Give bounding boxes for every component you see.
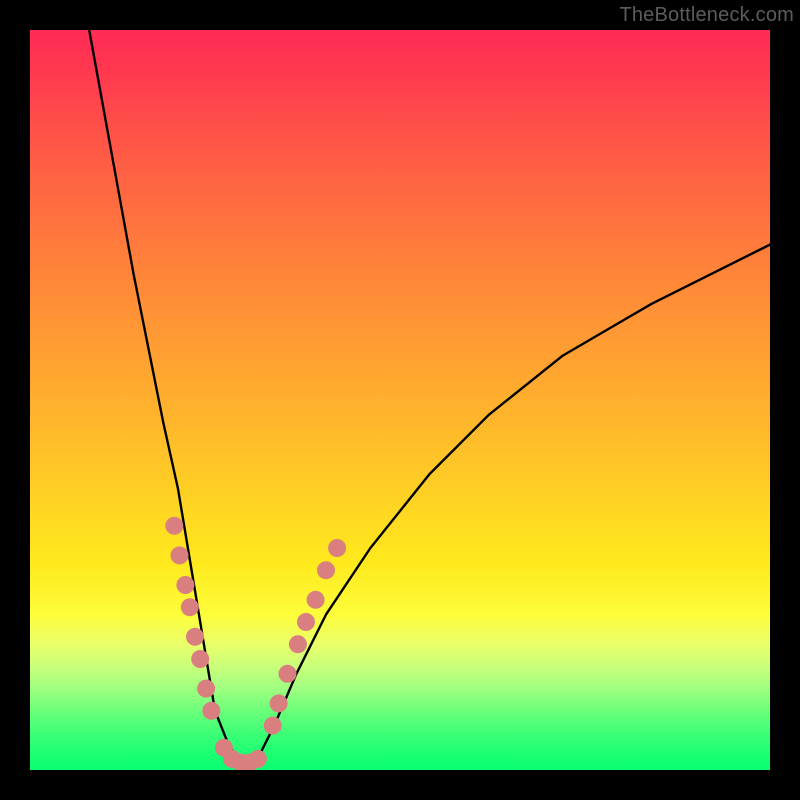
bottleneck-curve-path — [89, 30, 770, 763]
plot-area — [30, 30, 770, 770]
highlight-dot — [202, 702, 220, 720]
highlight-dot — [317, 561, 335, 579]
highlight-dot — [307, 591, 325, 609]
highlight-dot — [249, 750, 267, 768]
highlight-dot — [264, 717, 282, 735]
highlight-dots-group — [165, 517, 346, 770]
watermark-text: TheBottleneck.com — [619, 4, 794, 27]
chart-frame: TheBottleneck.com — [0, 0, 800, 800]
highlight-dot — [328, 539, 346, 557]
highlight-dot — [197, 680, 215, 698]
highlight-dot — [270, 694, 288, 712]
highlight-dot — [297, 613, 315, 631]
highlight-dot — [289, 635, 307, 653]
highlight-dot — [171, 546, 189, 564]
highlight-dot — [181, 598, 199, 616]
highlight-dot — [176, 576, 194, 594]
highlight-dot — [186, 628, 204, 646]
highlight-dot — [191, 650, 209, 668]
chart-svg — [30, 30, 770, 770]
highlight-dot — [165, 517, 183, 535]
highlight-dot — [279, 665, 297, 683]
